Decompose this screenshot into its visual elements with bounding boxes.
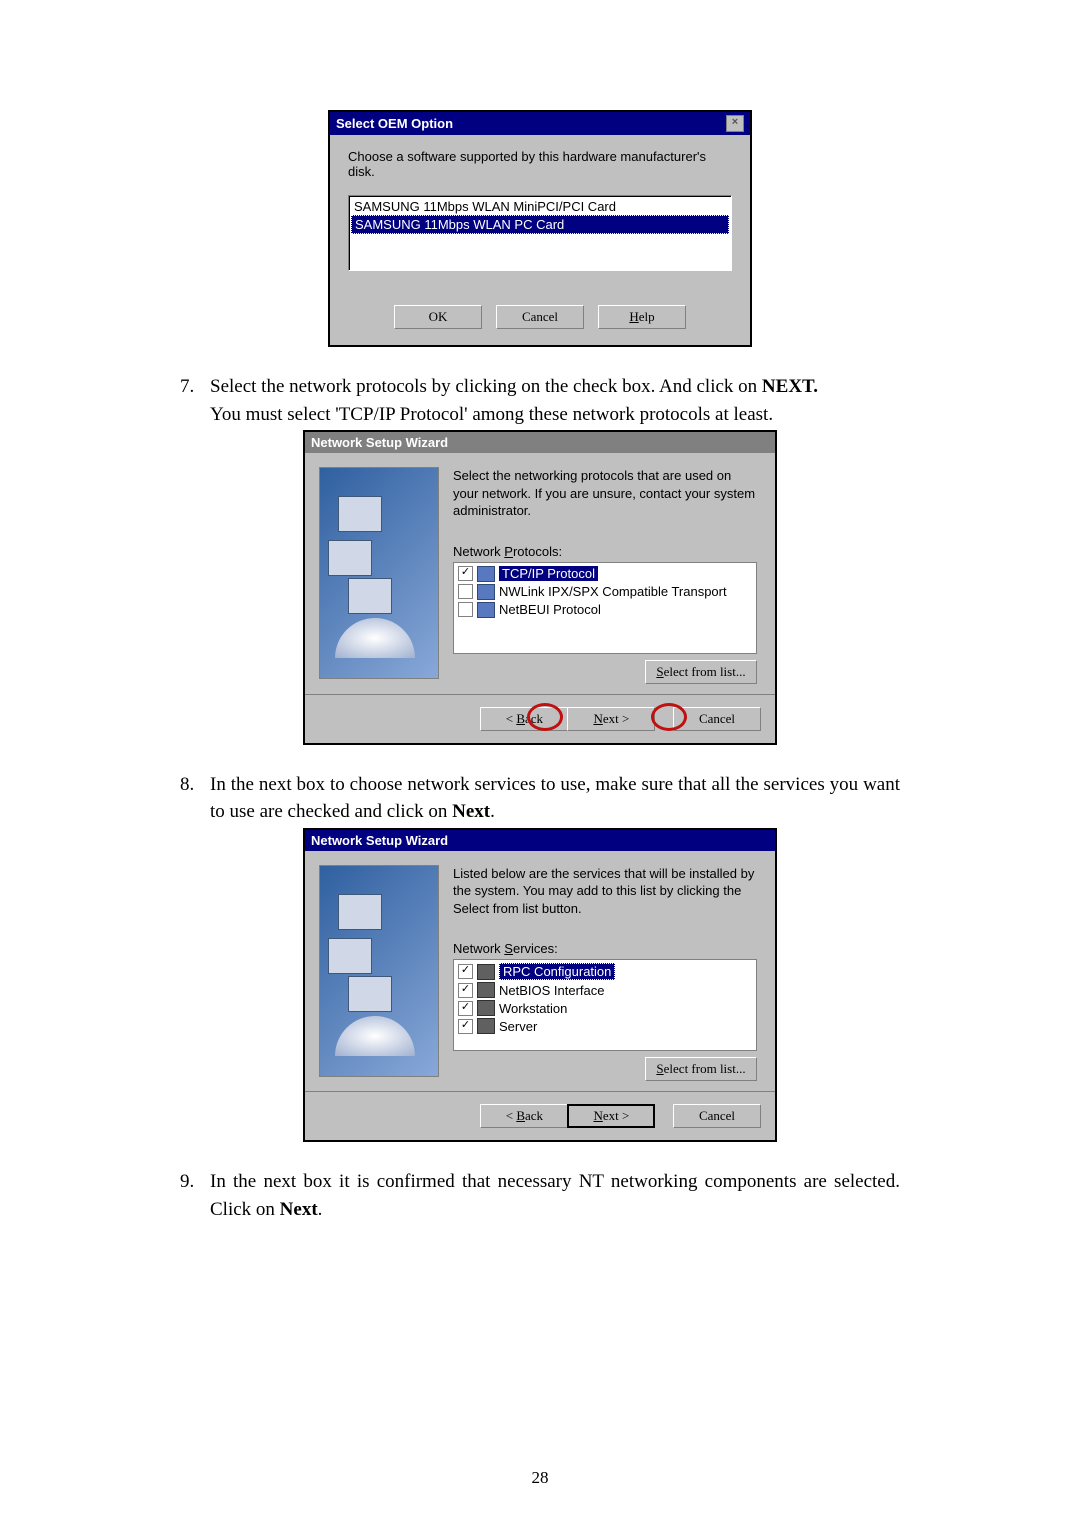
service-icon — [477, 982, 495, 998]
help-button[interactable]: Help — [598, 305, 686, 329]
list-item[interactable]: NetBEUI Protocol — [499, 602, 601, 617]
step-7: 7.Select the network protocols by clicki… — [180, 373, 900, 428]
checkbox-icon[interactable]: ✓ — [458, 1001, 473, 1016]
step-number: 8. — [180, 771, 210, 826]
wizard-description: Select the networking protocols that are… — [453, 467, 757, 520]
dialog-prompt: Choose a software supported by this hard… — [348, 149, 732, 179]
close-icon[interactable]: × — [726, 115, 744, 132]
select-from-list-button[interactable]: Select from list... — [645, 660, 757, 684]
select-oem-dialog: Select OEM Option × Choose a software su… — [328, 110, 752, 347]
back-button[interactable]: < Back — [480, 707, 568, 731]
network-setup-wizard-protocols: Network Setup Wizard Select the networki… — [303, 430, 777, 745]
service-icon — [477, 1018, 495, 1034]
dialog-title: Network Setup Wizard — [311, 435, 448, 450]
dialog-titlebar: Network Setup Wizard — [305, 432, 775, 453]
list-item[interactable]: SAMSUNG 11Mbps WLAN PC Card — [351, 215, 729, 234]
wizard-image — [319, 467, 439, 679]
checkbox-icon[interactable]: ✓ — [458, 983, 473, 998]
next-button[interactable]: Next > — [567, 1104, 655, 1128]
cancel-button[interactable]: Cancel — [673, 707, 761, 731]
dialog-title: Network Setup Wizard — [311, 833, 448, 848]
page-number: 28 — [0, 1468, 1080, 1488]
step-number: 7. — [180, 373, 210, 401]
select-from-list-button[interactable]: Select from list... — [645, 1057, 757, 1081]
service-icon — [477, 964, 495, 980]
list-item[interactable]: TCP/IP Protocol — [499, 566, 598, 581]
list-item[interactable]: Server — [499, 1019, 537, 1034]
back-button[interactable]: < Back — [480, 1104, 568, 1128]
list-item[interactable]: NWLink IPX/SPX Compatible Transport — [499, 584, 727, 599]
network-setup-wizard-services: Network Setup Wizard Listed below are th… — [303, 828, 777, 1143]
dialog-titlebar: Select OEM Option × — [330, 112, 750, 135]
list-label: Network Services: — [453, 941, 757, 956]
cancel-button[interactable]: Cancel — [496, 305, 584, 329]
checkbox-icon[interactable]: ✓ — [458, 1019, 473, 1034]
list-label: Network Protocols: — [453, 544, 757, 559]
checkbox-icon[interactable]: ✓ — [458, 964, 473, 979]
step-9: 9. In the next box it is confirmed that … — [180, 1168, 900, 1223]
list-item[interactable]: RPC Configuration — [499, 963, 615, 980]
checkbox-icon[interactable] — [458, 602, 473, 617]
dialog-titlebar: Network Setup Wizard — [305, 830, 775, 851]
cancel-button[interactable]: Cancel — [673, 1104, 761, 1128]
list-item[interactable]: Workstation — [499, 1001, 567, 1016]
list-item[interactable]: SAMSUNG 11Mbps WLAN MiniPCI/PCI Card — [351, 198, 729, 215]
checkbox-icon[interactable]: ✓ — [458, 566, 473, 581]
next-button[interactable]: Next > — [567, 707, 655, 731]
protocol-icon — [477, 602, 495, 618]
wizard-description: Listed below are the services that will … — [453, 865, 757, 918]
list-item[interactable]: NetBIOS Interface — [499, 983, 605, 998]
protocol-icon — [477, 566, 495, 582]
oem-listbox[interactable]: SAMSUNG 11Mbps WLAN MiniPCI/PCI Card SAM… — [348, 195, 732, 271]
protocol-icon — [477, 584, 495, 600]
services-listbox[interactable]: ✓ RPC Configuration ✓ NetBIOS Interface ✓ W… — [453, 959, 757, 1051]
checkbox-icon[interactable] — [458, 584, 473, 599]
step-8: 8. In the next box to choose network ser… — [180, 771, 900, 826]
step-number: 9. — [180, 1168, 210, 1223]
service-icon — [477, 1000, 495, 1016]
wizard-image — [319, 865, 439, 1077]
protocols-listbox[interactable]: ✓ TCP/IP Protocol NWLink IPX/SPX Compatib… — [453, 562, 757, 654]
ok-button[interactable]: OK — [394, 305, 482, 329]
dialog-title: Select OEM Option — [336, 116, 453, 131]
